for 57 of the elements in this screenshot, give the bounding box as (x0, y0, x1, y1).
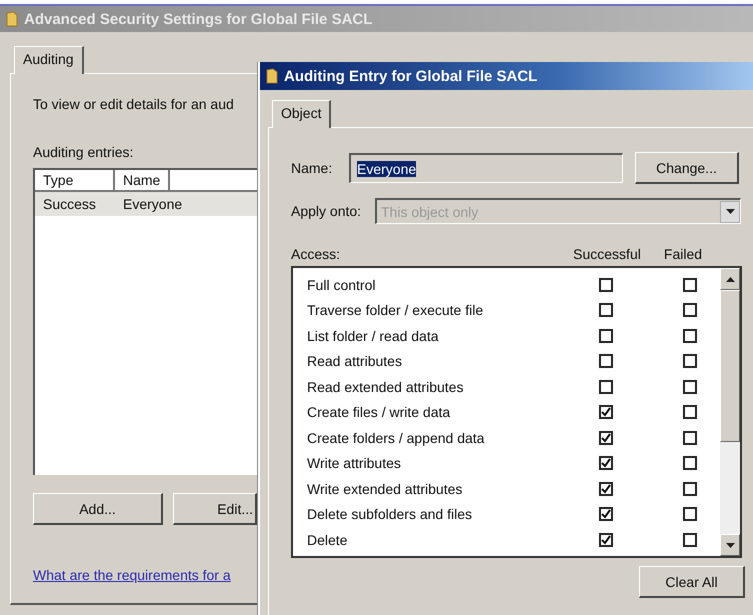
checkbox[interactable] (599, 328, 613, 343)
access-label: Access: (291, 246, 342, 262)
permission-label: Create files / write data (307, 404, 452, 420)
permission-label: Read extended attributes (307, 378, 464, 395)
column-header: Failed (662, 246, 704, 262)
folder-icon (6, 11, 18, 27)
checkbox[interactable] (599, 430, 613, 445)
checkbox[interactable] (599, 456, 613, 470)
checkbox[interactable] (683, 532, 697, 547)
permission-label: Read attributes (307, 353, 403, 370)
checkbox[interactable] (599, 405, 613, 420)
checkbox[interactable] (599, 278, 613, 292)
permission-label: Write extended attributes (307, 480, 464, 497)
dropdown-arrow-icon (726, 209, 734, 214)
name-label: Name: (291, 160, 334, 176)
checkbox[interactable] (683, 507, 697, 522)
checkbox[interactable] (683, 456, 697, 470)
change-button[interactable]: Change... (635, 152, 739, 184)
checkbox[interactable] (599, 532, 613, 547)
scroll-down-icon (726, 542, 734, 548)
permission-label: Create folders / append data (307, 430, 486, 446)
edit-button[interactable]: Edit... (173, 493, 257, 525)
folder-icon (266, 68, 278, 84)
checkbox[interactable] (599, 507, 613, 522)
checkbox[interactable] (683, 354, 697, 368)
permission-label: Write attributes (307, 455, 402, 472)
checkbox[interactable] (683, 482, 697, 496)
permission-label: Delete subfolders and files (307, 506, 473, 522)
column-header[interactable]: Name (115, 170, 170, 190)
column-header: Successful (572, 246, 642, 262)
checkbox[interactable] (683, 328, 697, 343)
permission-label: Traverse folder / execute file (307, 302, 484, 318)
scrollbar[interactable] (720, 268, 740, 556)
description-text: To view or edit details for an aud (33, 96, 235, 112)
entries-label: Auditing entries: (33, 144, 134, 160)
apply-onto-label: Apply onto: (291, 203, 362, 219)
column-header[interactable]: Type (35, 170, 115, 190)
window-title: Advanced Security Settings for Global File SACL (24, 10, 372, 28)
dialog-title: Auditing Entry for Global File SACL (284, 68, 538, 84)
checkbox[interactable] (683, 430, 697, 445)
scroll-up-icon (726, 276, 734, 282)
add-button[interactable]: Add... (33, 493, 163, 525)
permission-label: Delete (307, 532, 348, 548)
clear-all-button[interactable]: Clear All (639, 566, 745, 598)
checkbox[interactable] (599, 354, 613, 368)
checkbox[interactable] (683, 303, 697, 318)
checkbox[interactable] (599, 303, 613, 318)
name-field[interactable]: Everyone (349, 153, 623, 183)
checkbox[interactable] (599, 380, 613, 394)
tab[interactable]: Auditing (14, 46, 84, 74)
checkbox[interactable] (683, 278, 697, 292)
tab[interactable]: Object (272, 100, 332, 128)
permission-label: List folder / read data (307, 328, 440, 344)
checkbox[interactable] (599, 482, 613, 496)
permission-label: Full control (307, 276, 376, 293)
checkbox[interactable] (683, 405, 697, 420)
checkbox[interactable] (683, 380, 697, 394)
